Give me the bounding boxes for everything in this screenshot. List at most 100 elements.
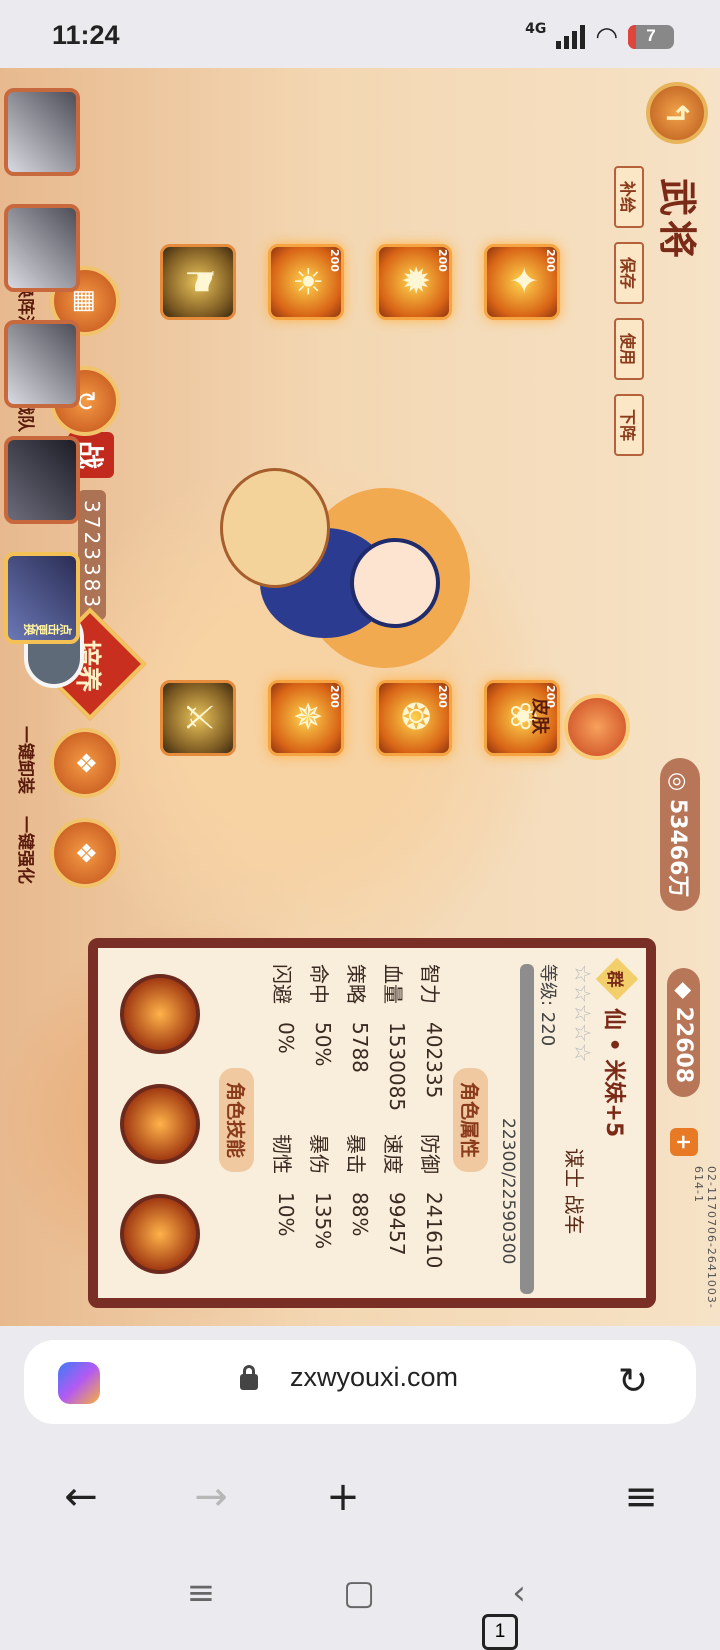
network-label: 4G: [525, 21, 547, 37]
use-button[interactable]: 使用: [614, 318, 644, 380]
reload-icon[interactable]: ↻: [618, 1364, 648, 1400]
status-icons: 4G ◠ 7: [525, 21, 674, 52]
equip-slot-2[interactable]: 200 ✹: [376, 244, 452, 320]
equip-icon: ✦: [502, 265, 543, 296]
stat-label: 策略: [344, 964, 368, 1004]
stat-value: 10%: [274, 1192, 298, 1237]
page-title: 武将: [655, 178, 700, 263]
battery-level: 7: [646, 26, 656, 45]
exp-bar: [520, 964, 534, 1294]
wifi-icon: ◠: [595, 22, 618, 52]
hero-portrait-3[interactable]: [4, 320, 80, 408]
ingot-icon: ◆: [671, 982, 696, 1007]
home-icon[interactable]: ▢: [324, 1558, 394, 1628]
url-text[interactable]: zxwyouxi.com: [290, 1362, 458, 1393]
version-label: 02-1170706-2641003-614-1: [692, 1166, 718, 1309]
hero-portrait-4[interactable]: [4, 436, 80, 524]
enhance-all-button[interactable]: ❖: [50, 818, 120, 888]
attributes-title: 角色属性: [453, 1068, 488, 1173]
supply-button[interactable]: 补给: [614, 166, 644, 228]
battery-icon: 7: [628, 25, 674, 49]
character-figure: [190, 468, 510, 688]
equip-icon: ☀: [286, 265, 327, 298]
sword-icon: ⚔: [178, 701, 219, 734]
item-slot-1[interactable]: ⚑: [160, 244, 236, 320]
unequip-all-button[interactable]: ❖: [50, 728, 120, 798]
system-nav: ≡ ▢ ‹: [0, 1558, 720, 1628]
status-bar: 11:24 4G ◠ 7: [0, 0, 720, 68]
stat-label: 暴击: [344, 1134, 368, 1174]
stat-value: 50%: [311, 1022, 335, 1067]
stat-label: 闪避: [270, 964, 294, 1004]
skin-label: 皮肤: [529, 698, 550, 734]
stat-value: 88%: [348, 1192, 372, 1237]
stat-value: 0%: [274, 1022, 298, 1054]
menu-icon[interactable]: ≡: [606, 1462, 676, 1532]
stats-grid: 智力 402335 防御 241610 血量 1530085 速度 99457 策略 57…: [269, 964, 446, 1294]
system-back-icon[interactable]: ‹: [484, 1558, 554, 1628]
hero-portrait-1[interactable]: [4, 88, 80, 176]
skill-2-icon[interactable]: [120, 1084, 200, 1164]
browser-chrome: zxwyouxi.com ↻ ← → + 1 ≡ ≡ ▢ ‹: [0, 1326, 720, 1650]
equip-icon: ✹: [394, 265, 435, 296]
stat-label: 智力: [418, 964, 442, 1004]
stat-label: 速度: [381, 1134, 405, 1174]
skin-button[interactable]: [564, 694, 630, 760]
stat-value: 135%: [311, 1192, 335, 1250]
back-icon[interactable]: ←: [46, 1462, 116, 1532]
character-name: 仙 • 米妹+5: [601, 1008, 626, 1138]
stat-value: 99457: [385, 1192, 409, 1256]
hero-portraits: 点击更换: [0, 68, 80, 668]
equip-icon: ❂: [394, 701, 435, 732]
stat-label: 防御: [418, 1134, 442, 1174]
weapon-slot[interactable]: ⚔: [160, 680, 236, 756]
enhance-all-label: 一键强化: [15, 816, 35, 884]
stat-value: 402335: [422, 1022, 446, 1099]
scroll-icon: ⚑: [178, 265, 219, 298]
faction-badge: 群: [595, 957, 639, 1001]
recharge-button[interactable]: +: [670, 1128, 698, 1156]
level-text: 等级: 220: [537, 964, 558, 1047]
skill-1-icon[interactable]: [120, 974, 200, 1054]
save-button[interactable]: 保存: [614, 242, 644, 304]
equip-icon: ✵: [286, 701, 327, 732]
gold-currency: ◆ 22608: [667, 968, 700, 1098]
skill-3-icon[interactable]: [120, 1194, 200, 1274]
exp-text: 22300/22590300: [498, 1118, 518, 1265]
class-tags: 谋士 战车: [562, 1148, 586, 1235]
new-tab-icon[interactable]: +: [308, 1462, 378, 1532]
skills-title: 角色技能: [219, 1068, 254, 1173]
unequip-all-label: 一键卸装: [15, 726, 35, 794]
side-menu: 补给 保存 使用 下阵: [614, 166, 644, 456]
character-info-panel: 群 仙 • 米妹+5 ☆☆☆☆☆ 等级: 220 22300/22590300 …: [88, 938, 656, 1308]
game-viewport[interactable]: ↰ 武将 补给 保存 使用 下阵 200 ✦ 200 ✹ 200 ☀ ⚑ 200 ❀ 2…: [0, 68, 720, 1326]
stat-value: 241610: [422, 1192, 446, 1269]
equip-slot-6[interactable]: 200 ✵: [268, 680, 344, 756]
stat-label: 血量: [381, 964, 405, 1004]
silver-currency: ◎ 53466万: [660, 758, 700, 912]
copilot-icon[interactable]: [58, 1362, 100, 1404]
coin-icon: ◎: [665, 772, 690, 799]
browser-nav: ← → + 1 ≡: [0, 1462, 720, 1650]
dismiss-button[interactable]: 下阵: [614, 394, 644, 456]
address-bar[interactable]: zxwyouxi.com ↻: [24, 1340, 696, 1424]
power-value: 3723383: [78, 490, 106, 621]
equip-slot-1[interactable]: 200 ✦: [484, 244, 560, 320]
stat-label: 韧性: [270, 1134, 294, 1174]
clock: 11:24: [52, 20, 120, 50]
forward-icon[interactable]: →: [176, 1462, 246, 1532]
stat-value: 5788: [348, 1022, 372, 1073]
stat-label: 暴伤: [307, 1134, 331, 1174]
stat-value: 1530085: [385, 1022, 409, 1112]
hero-portrait-2[interactable]: [4, 204, 80, 292]
star-rating: ☆☆☆☆☆: [569, 964, 594, 1063]
hero-portrait-active[interactable]: 点击更换: [4, 552, 80, 644]
stat-label: 命中: [307, 964, 331, 1004]
signal-icon: [556, 25, 586, 49]
lock-icon[interactable]: [240, 1365, 258, 1390]
equip-slot-5[interactable]: 200 ❂: [376, 680, 452, 756]
back-button[interactable]: ↰: [646, 82, 708, 144]
recent-apps-icon[interactable]: ≡: [166, 1558, 236, 1628]
hero-badge: 点击更换: [24, 622, 72, 636]
equip-slot-3[interactable]: 200 ☀: [268, 244, 344, 320]
